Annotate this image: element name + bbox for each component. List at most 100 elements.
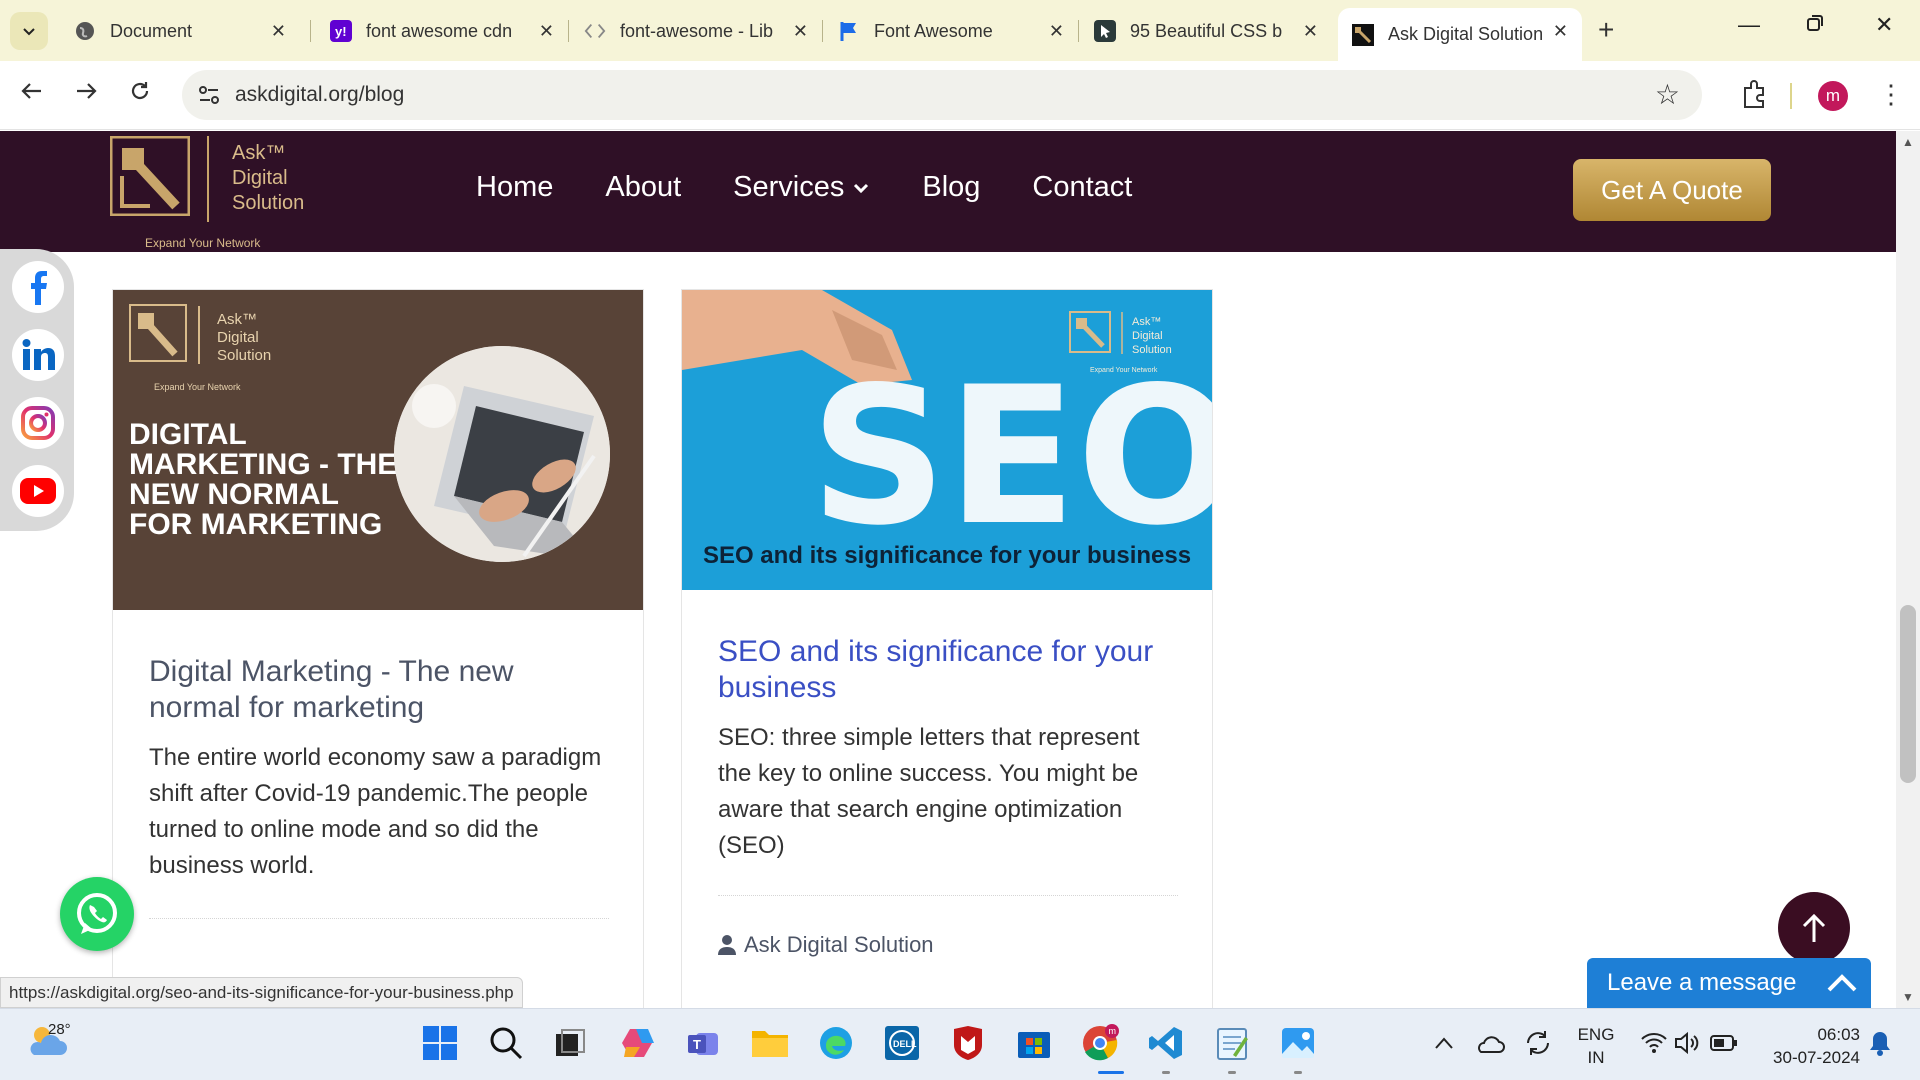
flag-icon (838, 20, 860, 42)
social-sidebar (0, 249, 74, 531)
scroll-up-icon[interactable]: ▲ (1902, 135, 1914, 149)
photos-icon[interactable] (1278, 1023, 1318, 1063)
extensions-icon[interactable] (1740, 79, 1768, 109)
thumbnail-headline: DIGITAL MARKETING - THE NEW NORMAL FOR M… (129, 418, 398, 541)
url-text[interactable]: askdigital.org/blog (235, 83, 404, 107)
vscode-icon[interactable] (1146, 1023, 1186, 1063)
clock[interactable]: 06:03 30-07-2024 (1750, 1023, 1860, 1069)
nav-services[interactable]: Services (733, 171, 870, 204)
tab-separator (568, 20, 569, 42)
svg-text:T: T (693, 1037, 701, 1052)
start-windows-icon[interactable] (420, 1023, 460, 1063)
copilot-icon[interactable] (618, 1023, 658, 1063)
bookmark-star-icon[interactable]: ☆ (1655, 78, 1680, 111)
notification-bell-icon[interactable] (1860, 1023, 1900, 1063)
youtube-icon[interactable] (12, 465, 64, 517)
instagram-icon[interactable] (12, 397, 64, 449)
svg-text:m: m (1109, 1026, 1117, 1036)
sync-icon[interactable] (1518, 1023, 1558, 1063)
whatsapp-chat-button[interactable] (60, 877, 134, 951)
kebab-menu-icon[interactable]: ⋮ (1878, 79, 1904, 110)
page-scrollbar[interactable]: ▲ ▼ (1896, 131, 1920, 1008)
scroll-down-icon[interactable]: ▼ (1902, 990, 1914, 1004)
blog-card-seo[interactable]: SEO Ask™ Digital Solution Expand Your Ne… (681, 289, 1213, 1008)
post-title[interactable]: SEO and its significance for your busine… (718, 634, 1178, 706)
restore-icon[interactable] (1806, 12, 1824, 38)
tab-ask-digital-solution[interactable]: Ask Digital Solution ✕ (1338, 8, 1582, 61)
tab-title: Font Awesome (874, 20, 993, 41)
close-icon[interactable]: ✕ (539, 21, 554, 42)
show-hidden-icons-chevron-icon[interactable] (1424, 1023, 1464, 1063)
post-author[interactable]: Ask Digital Solution (718, 932, 934, 958)
tab-font-awesome-cdn[interactable]: y! font awesome cdn ✕ (316, 12, 568, 50)
tab-title: Document (110, 20, 193, 41)
chevron-down-icon (23, 28, 35, 36)
tab-css-buttons[interactable]: 95 Beautiful CSS b ✕ (1080, 12, 1332, 50)
nav-blog[interactable]: Blog (922, 171, 980, 204)
teams-icon[interactable]: T (684, 1023, 724, 1063)
search-icon[interactable] (486, 1023, 526, 1063)
tab-title: Ask Digital Solution (1388, 24, 1544, 44)
tab-search-button[interactable] (10, 12, 48, 50)
linkedin-icon[interactable] (12, 329, 64, 381)
post-thumbnail[interactable]: Ask™ Digital Solution Expand Your Networ… (113, 290, 643, 610)
language-indicator[interactable]: ENG IN (1570, 1023, 1622, 1069)
leave-message-label: Leave a message (1607, 969, 1797, 996)
chrome-running-indicator (1098, 1071, 1124, 1074)
code-icon (584, 20, 606, 42)
post-title[interactable]: Digital Marketing - The new normal for m… (149, 654, 609, 726)
svg-text:Solution: Solution (1132, 344, 1172, 356)
chrome-icon[interactable]: m (1080, 1023, 1120, 1063)
new-tab-plus-icon[interactable]: + (1598, 14, 1614, 46)
post-excerpt: The entire world economy saw a paradigm … (149, 744, 602, 879)
page-viewport: Ask™ Digital Solution Expand Your Networ… (0, 131, 1920, 1008)
close-icon[interactable]: ✕ (1553, 21, 1568, 42)
close-icon[interactable]: ✕ (1303, 21, 1318, 42)
blog-card-digital-marketing[interactable]: Ask™ Digital Solution Expand Your Networ… (112, 289, 644, 1008)
reload-icon[interactable] (128, 79, 152, 110)
minimize-icon[interactable]: — (1738, 12, 1760, 38)
card-divider (149, 918, 609, 919)
seo-letters: SEO (810, 346, 1212, 567)
scrollbar-thumb[interactable] (1900, 605, 1916, 783)
dell-icon[interactable]: DELL (882, 1023, 922, 1063)
nav-contact[interactable]: Contact (1032, 171, 1132, 204)
tab-separator (1078, 20, 1079, 42)
address-bar[interactable]: askdigital.org/blog ☆ (182, 70, 1702, 120)
task-view-icon[interactable] (550, 1023, 590, 1063)
close-icon[interactable]: ✕ (1049, 21, 1064, 42)
tab-font-awesome[interactable]: Font Awesome ✕ (824, 12, 1078, 50)
facebook-icon[interactable] (12, 261, 64, 313)
tab-document[interactable]: Document ✕ (60, 12, 300, 50)
weather-temperature: 28° (48, 1021, 71, 1038)
site-info-icon[interactable] (196, 82, 222, 108)
close-icon[interactable]: ✕ (271, 21, 286, 42)
onedrive-sync-icon[interactable] (1470, 1023, 1510, 1063)
profile-avatar[interactable]: m (1818, 81, 1848, 111)
close-icon[interactable]: ✕ (793, 21, 808, 42)
battery-icon[interactable] (1704, 1023, 1744, 1063)
back-to-top-button[interactable] (1778, 892, 1850, 964)
forward-arrow-icon[interactable] (74, 79, 98, 110)
nav-about[interactable]: About (605, 171, 681, 204)
edge-icon[interactable] (816, 1023, 856, 1063)
back-arrow-icon[interactable] (20, 79, 44, 110)
get-a-quote-button[interactable]: Get A Quote (1573, 159, 1771, 221)
volume-icon[interactable] (1668, 1023, 1708, 1063)
nav-home[interactable]: Home (476, 171, 553, 204)
tab-font-awesome-lib[interactable]: font-awesome - Lib ✕ (570, 12, 822, 50)
close-window-icon[interactable]: ✕ (1875, 12, 1893, 38)
vscode-running-indicator (1162, 1071, 1170, 1074)
mcafee-icon[interactable] (948, 1023, 988, 1063)
svg-text:y!: y! (335, 24, 347, 39)
author-name: Ask Digital Solution (744, 932, 934, 957)
logo-wordmark: Ask™ Digital Solution (232, 142, 305, 214)
svg-text:DELL: DELL (893, 1039, 917, 1049)
microsoft-store-icon[interactable] (1014, 1023, 1054, 1063)
browser-toolbar: askdigital.org/blog ☆ m ⋮ (0, 61, 1920, 130)
tab-separator (310, 20, 311, 42)
notepad-icon[interactable] (1212, 1023, 1252, 1063)
post-thumbnail[interactable]: SEO Ask™ Digital Solution Expand Your Ne… (682, 290, 1212, 590)
leave-message-widget[interactable]: Leave a message (1587, 958, 1871, 1008)
file-explorer-icon[interactable] (750, 1023, 790, 1063)
